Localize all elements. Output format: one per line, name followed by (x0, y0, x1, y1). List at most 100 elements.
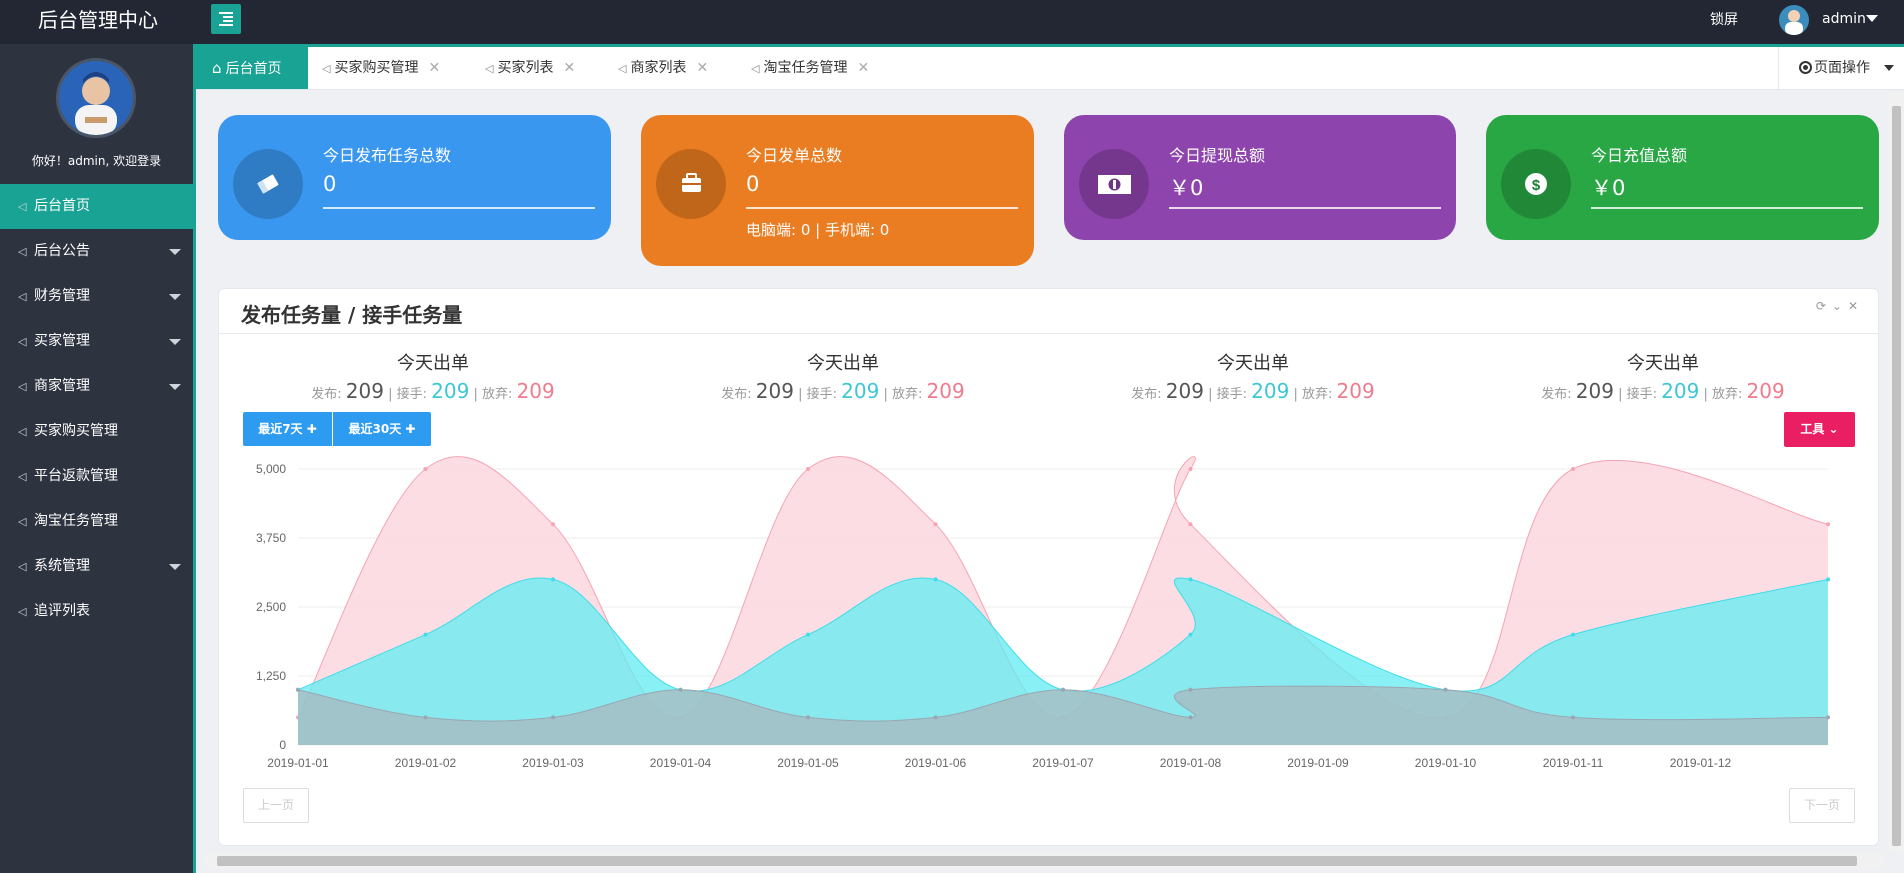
publish-count: 209 (1165, 379, 1204, 403)
user-menu[interactable]: admin (1822, 0, 1866, 38)
lock-screen-link[interactable]: 锁屏 (1710, 0, 1738, 40)
sidebar-item-label: 商家管理 (34, 378, 90, 394)
abandon-label: | 放弃: (473, 387, 513, 402)
summary-heading: 今天出单 (807, 353, 879, 374)
chart-x-tick-label: 2019-01-04 (650, 756, 712, 770)
sidebar: 你好！admin, 欢迎登录 ◁ 后台首页 ◁ 后台公告 ◁ 财务管理 ◁ 买家… (0, 44, 196, 873)
abandon-label: | 放弃: (1293, 387, 1333, 402)
sidebar-item-reviews[interactable]: ◁ 追评列表 (0, 589, 193, 634)
tab-home[interactable]: ⌂ 后台首页 (196, 47, 308, 89)
eraser-icon (233, 149, 303, 219)
card-divider (323, 207, 595, 209)
chart-x-tick-label: 2019-01-07 (1032, 756, 1094, 770)
sidebar-avatar[interactable] (56, 58, 136, 138)
close-icon[interactable]: ✕ (428, 60, 440, 76)
chart-x-tick-label: 2019-01-10 (1415, 756, 1477, 770)
card-icon-circle (656, 149, 726, 219)
chart-data-point (1188, 632, 1193, 637)
chart-y-tick-label: 0 (279, 738, 286, 752)
chart-data-point (1188, 687, 1193, 692)
take-count: 209 (431, 379, 470, 403)
stat-card-recharges: $ 今日充值总额 ￥0 (1486, 115, 1879, 240)
sidebar-item-buyer-purchases[interactable]: ◁ 买家购买管理 (0, 409, 193, 454)
menu-toggle-button[interactable] (211, 4, 241, 34)
chevron-down-icon[interactable] (1866, 15, 1878, 22)
chart-data-point (1188, 467, 1193, 471)
brand-title[interactable]: 后台管理中心 (0, 0, 196, 44)
speaker-icon: ◁ (322, 62, 331, 75)
publish-count: 209 (1575, 379, 1614, 403)
prev-page-button[interactable]: 上一页 (243, 788, 309, 823)
sidebar-item-taobao-tasks[interactable]: ◁ 淘宝任务管理 (0, 499, 193, 544)
chart-x-tick-label: 2019-01-11 (1543, 756, 1604, 770)
speaker-icon: ◁ (18, 290, 27, 303)
last-7-days-button[interactable]: 最近7天 ✚ (243, 412, 332, 446)
user-avatar[interactable] (1779, 5, 1809, 35)
avatar-image (75, 72, 117, 135)
tab-merchant-list[interactable]: ◁ 商家列表 ✕ (618, 47, 708, 89)
speaker-icon: ◁ (751, 62, 760, 75)
sidebar-item-announcements[interactable]: ◁ 后台公告 (0, 229, 193, 274)
card-title: 今日充值总额 (1591, 146, 1688, 165)
close-icon[interactable]: ✕ (1848, 299, 1858, 313)
tab-label: 商家列表 (630, 60, 687, 76)
card-icon-circle: $ (1501, 149, 1571, 219)
svg-text:$: $ (1532, 177, 1541, 194)
chart-data-point (933, 522, 938, 527)
divider (219, 333, 1878, 334)
stat-card-orders: 今日发单总数 0 电脑端: 0 | 手机端: 0 (641, 115, 1034, 266)
vertical-scrollbar[interactable] (1889, 92, 1904, 852)
tab-taobao-tasks[interactable]: ◁ 淘宝任务管理 ✕ (751, 47, 869, 89)
close-icon[interactable]: ✕ (857, 60, 869, 76)
take-count: 209 (1661, 379, 1700, 403)
card-icon-circle (1079, 149, 1149, 219)
card-value: 0 (323, 172, 337, 196)
publish-count: 209 (345, 379, 384, 403)
speaker-icon: ◁ (618, 62, 627, 75)
sidebar-item-label: 买家购买管理 (34, 423, 118, 439)
last-30-days-button[interactable]: 最近30天 ✚ (333, 412, 431, 446)
sidebar-item-buyers[interactable]: ◁ 买家管理 (0, 319, 193, 364)
chart-data-point (806, 632, 810, 637)
next-page-button[interactable]: 下一页 (1789, 788, 1855, 823)
page-operations-dropdown[interactable]: 页面操作 (1778, 47, 1904, 89)
refresh-icon[interactable]: ⟳ (1816, 299, 1826, 313)
card-title: 今日发布任务总数 (323, 146, 452, 165)
sidebar-item-finance[interactable]: ◁ 财务管理 (0, 274, 193, 319)
caret-down-icon (169, 384, 181, 390)
collapse-icon[interactable]: ⌄ (1832, 299, 1842, 313)
abandon-count: 209 (1746, 379, 1785, 403)
horizontal-scrollbar[interactable] (204, 853, 1884, 869)
tools-dropdown-button[interactable]: 工具 ⌄ (1784, 412, 1855, 447)
tab-buyer-purchases[interactable]: ◁ 买家购买管理 ✕ (322, 47, 440, 89)
card-title: 今日发单总数 (746, 146, 843, 165)
summary-block: 今天出单 发布: 209 | 接手: 209 | 放弃: 209 (283, 349, 583, 403)
sidebar-item-system[interactable]: ◁ 系统管理 (0, 544, 193, 589)
chart-data-point (1571, 632, 1575, 637)
close-icon[interactable]: ✕ (563, 60, 575, 76)
tab-label: 买家列表 (497, 60, 554, 76)
sidebar-item-label: 后台公告 (34, 243, 90, 259)
abandon-count: 209 (926, 379, 965, 403)
chart-data-point (1571, 467, 1575, 471)
summary-block: 今天出单 发布: 209 | 接手: 209 | 放弃: 209 (1513, 349, 1813, 403)
sidebar-item-home[interactable]: ◁ 后台首页 (0, 184, 193, 229)
sidebar-item-refunds[interactable]: ◁ 平台返款管理 (0, 454, 193, 499)
welcome-text: 你好！admin, 欢迎登录 (31, 154, 162, 168)
sidebar-item-merchants[interactable]: ◁ 商家管理 (0, 364, 193, 409)
card-value: ￥0 (1169, 176, 1204, 200)
speaker-icon: ◁ (18, 200, 27, 213)
publish-label: 发布: (1131, 387, 1162, 402)
tab-buyer-list[interactable]: ◁ 买家列表 ✕ (485, 47, 575, 89)
speaker-icon: ◁ (18, 380, 27, 393)
chart-data-point (933, 715, 938, 720)
chart-data-point (678, 687, 683, 692)
sidebar-nav: ◁ 后台首页 ◁ 后台公告 ◁ 财务管理 ◁ 买家管理 ◁ 商家管理 ◁ 买家购… (0, 184, 193, 634)
chart-data-point (1826, 522, 1830, 527)
chart-data-point (1188, 715, 1193, 720)
summary-stats: 发布: 209 | 接手: 209 | 放弃: 209 (1103, 379, 1403, 403)
scrollbar-thumb[interactable] (217, 856, 1857, 866)
close-icon[interactable]: ✕ (696, 60, 708, 76)
scrollbar-thumb[interactable] (1892, 106, 1901, 846)
panel-tools: ⟳ ⌄ ✕ (1810, 299, 1858, 313)
